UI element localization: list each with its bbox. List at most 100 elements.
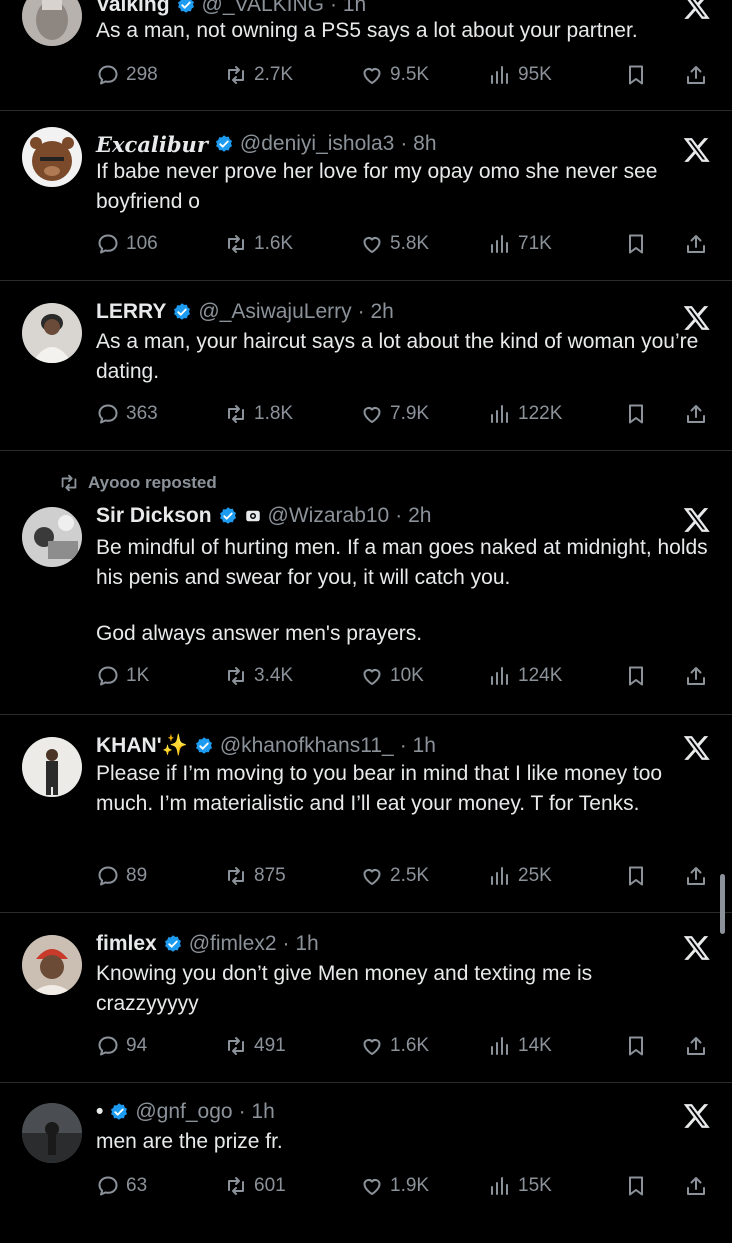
tweet[interactable]: KHAN'✨ @khanofkhans11_ · 1h Please if I’… [0,715,732,913]
bookmark-button[interactable] [624,661,648,691]
timestamp[interactable]: · 2h [395,504,431,528]
timestamp[interactable]: · 1h [283,932,319,956]
reply-button[interactable]: 298 [96,60,158,90]
tweet[interactable]: • @gnf_ogo · 1h men are the prize fr. 63… [0,1083,732,1243]
display-name[interactable]: Excalibur [96,132,208,157]
share-button[interactable] [684,1031,708,1061]
like-button[interactable]: 5.8K [360,229,429,259]
avatar[interactable] [22,303,82,363]
repost-button[interactable]: 491 [224,1031,286,1061]
like-count: 5.8K [390,233,430,254]
like-button[interactable]: 9.5K [360,60,429,90]
share-button[interactable] [684,861,708,891]
views-button[interactable]: 122K [488,399,562,429]
scrollbar-thumb[interactable] [720,874,725,934]
handle[interactable]: @deniyi_ishola3 [240,132,394,156]
share-button[interactable] [684,399,708,429]
reply-button[interactable]: 94 [96,1031,147,1061]
share-button[interactable] [684,60,708,90]
timestamp[interactable]: · 1h [330,0,366,17]
display-name[interactable]: Sir Dickson [96,504,212,528]
share-icon [684,1174,708,1198]
bookmark-button[interactable] [624,1171,648,1201]
reply-count: 63 [126,1175,148,1196]
timestamp[interactable]: · 2h [358,300,394,324]
x-logo-icon [682,505,712,535]
avatar[interactable] [22,935,82,995]
repost-button[interactable]: 1.6K [224,229,293,259]
tweet[interactable]: Ayooo reposted Sir Dickson @Wizarab10 · … [0,451,732,715]
handle[interactable]: @khanofkhans11_ [220,734,394,758]
tweet-text-paragraph: God always answer men's prayers. [96,622,423,645]
handle[interactable]: @_VALKING [202,0,324,17]
share-button[interactable] [684,229,708,259]
reply-count: 89 [126,865,148,886]
like-button[interactable]: 7.9K [360,399,429,429]
reply-button[interactable]: 106 [96,229,158,259]
handle[interactable]: @fimlex2 [189,932,277,956]
like-button[interactable]: 10K [360,661,424,691]
avatar[interactable] [22,1103,82,1163]
reply-icon [96,232,120,256]
views-button[interactable]: 25K [488,861,552,891]
display-name[interactable]: • [96,1100,103,1124]
reply-icon [96,402,120,426]
like-icon [360,1174,384,1198]
share-button[interactable] [684,661,708,691]
display-name[interactable]: LERRY [96,300,166,324]
tweet[interactable]: fimlex @fimlex2 · 1h Knowing you don’t g… [0,913,732,1083]
reply-button[interactable]: 89 [96,861,147,891]
timestamp[interactable]: · 1h [239,1100,275,1124]
bookmark-button[interactable] [624,229,648,259]
display-name[interactable]: Valking [96,0,170,17]
repost-button[interactable]: 601 [224,1171,286,1201]
reply-button[interactable]: 363 [96,399,158,429]
like-button[interactable]: 2.5K [360,861,429,891]
views-button[interactable]: 124K [488,661,562,691]
repost-button[interactable]: 875 [224,861,286,891]
display-name[interactable]: KHAN'✨ [96,734,188,758]
tweet[interactable]: Excalibur @deniyi_ishola3 · 8h If babe n… [0,111,732,281]
timestamp[interactable]: · 1h [400,734,436,758]
timestamp[interactable]: · 8h [400,132,436,156]
repost-button[interactable]: 2.7K [224,60,293,90]
like-button[interactable]: 1.9K [360,1171,429,1201]
reposted-by-label: Ayooo reposted [88,473,217,492]
views-count: 124K [518,665,563,686]
tweet-text: If babe never prove her love for my opay… [96,160,658,213]
action-bar: 89 875 2.5K 25K [96,861,720,891]
handle[interactable]: @Wizarab10 [268,504,390,528]
repost-count: 601 [254,1175,286,1196]
handle[interactable]: @_AsiwajuLerry [198,300,351,324]
reply-button[interactable]: 63 [96,1171,147,1201]
avatar[interactable] [22,127,82,187]
tweet[interactable]: Valking @_VALKING · 1h As a man, not own… [0,0,732,111]
tweet-header: Excalibur @deniyi_ishola3 · 8h [96,129,672,159]
tweet[interactable]: LERRY @_AsiwajuLerry · 2h As a man, your… [0,281,732,451]
bookmark-button[interactable] [624,1031,648,1061]
views-button[interactable]: 15K [488,1171,552,1201]
reply-count: 363 [126,403,158,424]
views-button[interactable]: 71K [488,229,552,259]
verified-badge-icon [172,302,192,322]
bookmark-button[interactable] [624,60,648,90]
display-name[interactable]: fimlex [96,932,157,956]
avatar[interactable] [22,737,82,797]
reply-button[interactable]: 1K [96,661,149,691]
repost-context[interactable]: Ayooo reposted [58,471,217,495]
views-button[interactable]: 95K [488,60,552,90]
verified-badge-icon [218,506,238,526]
repost-icon [224,1174,248,1198]
like-button[interactable]: 1.6K [360,1031,429,1061]
repost-button[interactable]: 3.4K [224,661,293,691]
avatar[interactable] [22,0,82,46]
bookmark-button[interactable] [624,399,648,429]
bookmark-button[interactable] [624,861,648,891]
like-count: 9.5K [390,64,430,85]
repost-button[interactable]: 1.8K [224,399,293,429]
handle[interactable]: @gnf_ogo [135,1100,232,1124]
share-button[interactable] [684,1171,708,1201]
views-button[interactable]: 14K [488,1031,552,1061]
action-bar: 1K 3.4K 10K 124K [96,661,720,691]
avatar[interactable] [22,507,82,567]
